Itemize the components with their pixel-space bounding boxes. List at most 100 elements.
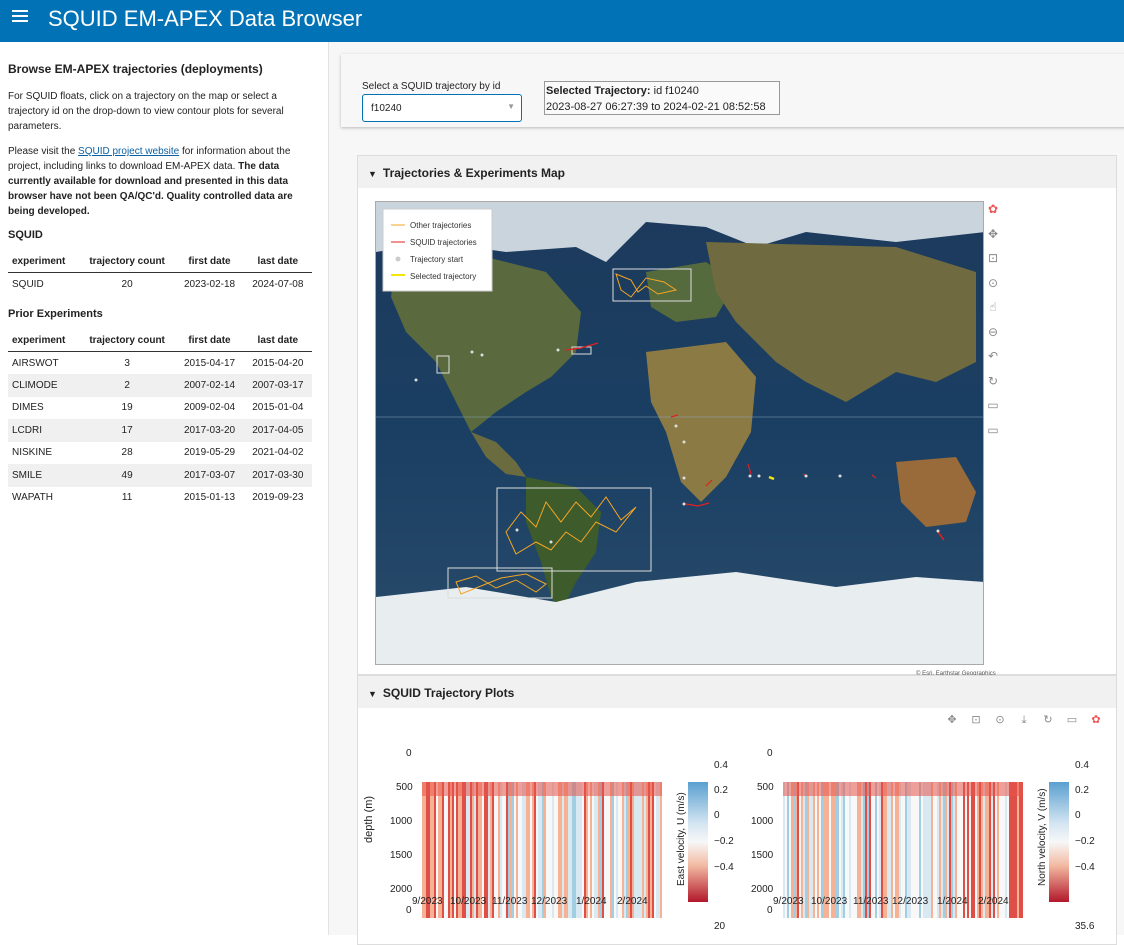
time-tick: 10/2023: [450, 896, 487, 907]
box-zoom-icon[interactable]: ⊡: [985, 250, 1001, 266]
heatmap-column: [612, 782, 614, 918]
zoom-out-icon[interactable]: ⊖: [985, 324, 1001, 340]
pan-icon[interactable]: ✥: [985, 226, 1001, 242]
tap-icon[interactable]: ☝: [985, 299, 1001, 315]
map-legend: Other trajectories SQUID trajectories Tr…: [382, 208, 493, 292]
colorbar-tick: −0.4: [1075, 862, 1095, 873]
lower-left-colorbar-tick: 20: [714, 921, 726, 932]
hover-icon[interactable]: ▭: [985, 397, 1001, 413]
table-cell: 28: [121, 447, 133, 459]
col-trajectory-count: trajectory count: [78, 330, 176, 352]
depth-axis-label: depth (m): [363, 795, 375, 843]
selected-trajectory-id: id f10240: [650, 85, 699, 97]
colorbar-tick: 0: [714, 810, 720, 821]
time-tick: 9/2023: [773, 896, 804, 907]
heatmap-column: [933, 782, 935, 918]
table-cell: SQUID: [12, 278, 44, 290]
heatmap-column: [973, 782, 975, 918]
app-header: SQUID EM-APEX Data Browser: [0, 0, 1124, 42]
plots-card-header[interactable]: ▼ SQUID Trajectory Plots: [358, 676, 1116, 708]
table-cell: 17: [78, 419, 176, 442]
table-cell: LCDRI: [8, 419, 79, 442]
table-row: AIRSWOT 3 2015-04-17 2015-04-20: [8, 352, 312, 375]
map-card-header[interactable]: ▼ Trajectories & Experiments Map: [358, 156, 1116, 188]
depth-tick: 1500: [390, 850, 413, 861]
col-experiment: experiment: [8, 330, 79, 352]
table-cell: 11: [121, 492, 133, 504]
map-card-title: Trajectories & Experiments Map: [382, 166, 565, 180]
trajectory-plots[interactable]: [358, 706, 1117, 945]
table-row: SMILE 49 2017-03-07 2017-03-30: [8, 464, 312, 487]
table-cell: NISKINE: [12, 447, 53, 459]
table-cell: 2017-03-07: [175, 464, 244, 487]
colorbar-tick: 0.2: [714, 785, 728, 796]
table-cell: SMILE: [8, 464, 79, 487]
colorbar-tick: 0: [1075, 810, 1081, 821]
colorbar-tick: 0.2: [1075, 785, 1089, 796]
reset-icon[interactable]: ↻: [985, 373, 1001, 389]
selector-card: Select a SQUID trajectory by id f10240 ▼…: [341, 54, 1124, 127]
heatmap-surface-layer: [422, 782, 662, 796]
heatmap-column: [929, 782, 931, 918]
heatmap-column: [570, 782, 572, 918]
heatmap-column: [847, 782, 849, 918]
heatmap-column: [572, 782, 574, 918]
trajectory-select-label: Select a SQUID trajectory by id: [362, 81, 501, 92]
table-cell: 3: [124, 357, 130, 369]
table-cell: WAPATH: [12, 492, 53, 504]
map-svg[interactable]: Other trajectories SQUID trajectories Tr…: [376, 202, 984, 665]
heatmap-column: [486, 782, 488, 918]
table-cell: 20: [121, 278, 133, 290]
wheel-zoom-icon[interactable]: ⊙: [985, 275, 1001, 291]
table-row: NISKINE 28 2019-05-29 2021-04-02: [8, 442, 312, 465]
u-colorbar: [688, 782, 708, 902]
visit-prefix: Please visit the: [8, 146, 79, 157]
colorbar-tick: −0.2: [714, 836, 734, 847]
table-row: LCDRI 17 2017-03-20 2017-04-05: [8, 419, 312, 442]
hamburger-icon[interactable]: [12, 10, 28, 24]
depth-tick: 1500: [751, 850, 774, 861]
table-row: WAPATH 11 2015-01-13 2019-09-23: [8, 487, 312, 510]
map-toolbar: ✿ ✥ ⊡ ⊙ ☝ ⊖ ↶ ↻ ▭ ▭: [985, 201, 1005, 446]
squid-table: experiment trajectory count first date l…: [8, 251, 312, 295]
legend-selected: Selected trajectory: [410, 272, 476, 281]
col-trajectory-count: trajectory count: [78, 251, 176, 273]
table-cell: 2009-02-04: [183, 402, 236, 414]
heatmap-column: [1021, 782, 1023, 918]
trajectory-select[interactable]: f10240 ▼: [362, 94, 522, 122]
heatmap-column: [931, 782, 933, 918]
selected-trajectory-label: Selected Trajectory:: [546, 85, 651, 97]
heatmap-column: [1019, 782, 1021, 918]
plots-card-title: SQUID Trajectory Plots: [382, 686, 515, 700]
selected-trajectory-range: 2023-08-27 06:27:39 to 2024-02-21 08:52:…: [546, 101, 766, 113]
heatmap-column: [614, 782, 616, 918]
collapse-triangle-icon: ▼: [368, 689, 377, 699]
heatmap-surface-layer: [783, 782, 1023, 796]
table-cell: 2007-03-17: [243, 374, 312, 397]
heatmap-column: [1009, 782, 1011, 918]
sidebar: Browse EM-APEX trajectories (deployments…: [0, 42, 329, 935]
table-cell: 2007-02-14: [175, 374, 244, 397]
hover-icon[interactable]: ▭: [985, 422, 1001, 438]
table-cell: 2015-04-17: [183, 357, 236, 369]
v-colorbar-label: North velocity, V (m/s): [1037, 788, 1048, 886]
heatmap-column: [889, 782, 891, 918]
table-cell: 2015-01-04: [252, 402, 304, 414]
table-cell: 2023-02-18: [183, 278, 236, 290]
squid-project-link[interactable]: SQUID project website: [78, 146, 179, 157]
trajectory-select-value: f10240: [371, 103, 402, 114]
table-cell: DIMES: [12, 402, 44, 414]
sidebar-intro: For SQUID floats, click on a trajectory …: [8, 91, 284, 132]
trajectories-map[interactable]: Other trajectories SQUID trajectories Tr…: [375, 201, 984, 665]
depth-tick: 2000: [751, 884, 774, 895]
lower-right-depth-tick: 0: [767, 905, 773, 916]
heatmap-column: [975, 782, 977, 918]
table-cell: 2015-04-20: [252, 357, 304, 369]
table-row: CLIMODE 2 2007-02-14 2007-03-17: [8, 374, 312, 397]
depth-tick: 2000: [390, 884, 413, 895]
v-colorbar: [1049, 782, 1069, 902]
undo-icon[interactable]: ↶: [985, 348, 1001, 364]
time-tick: 10/2023: [811, 896, 848, 907]
colorbar-tick: 0.4: [714, 760, 728, 771]
bokeh-logo-icon[interactable]: ✿: [985, 201, 1001, 217]
